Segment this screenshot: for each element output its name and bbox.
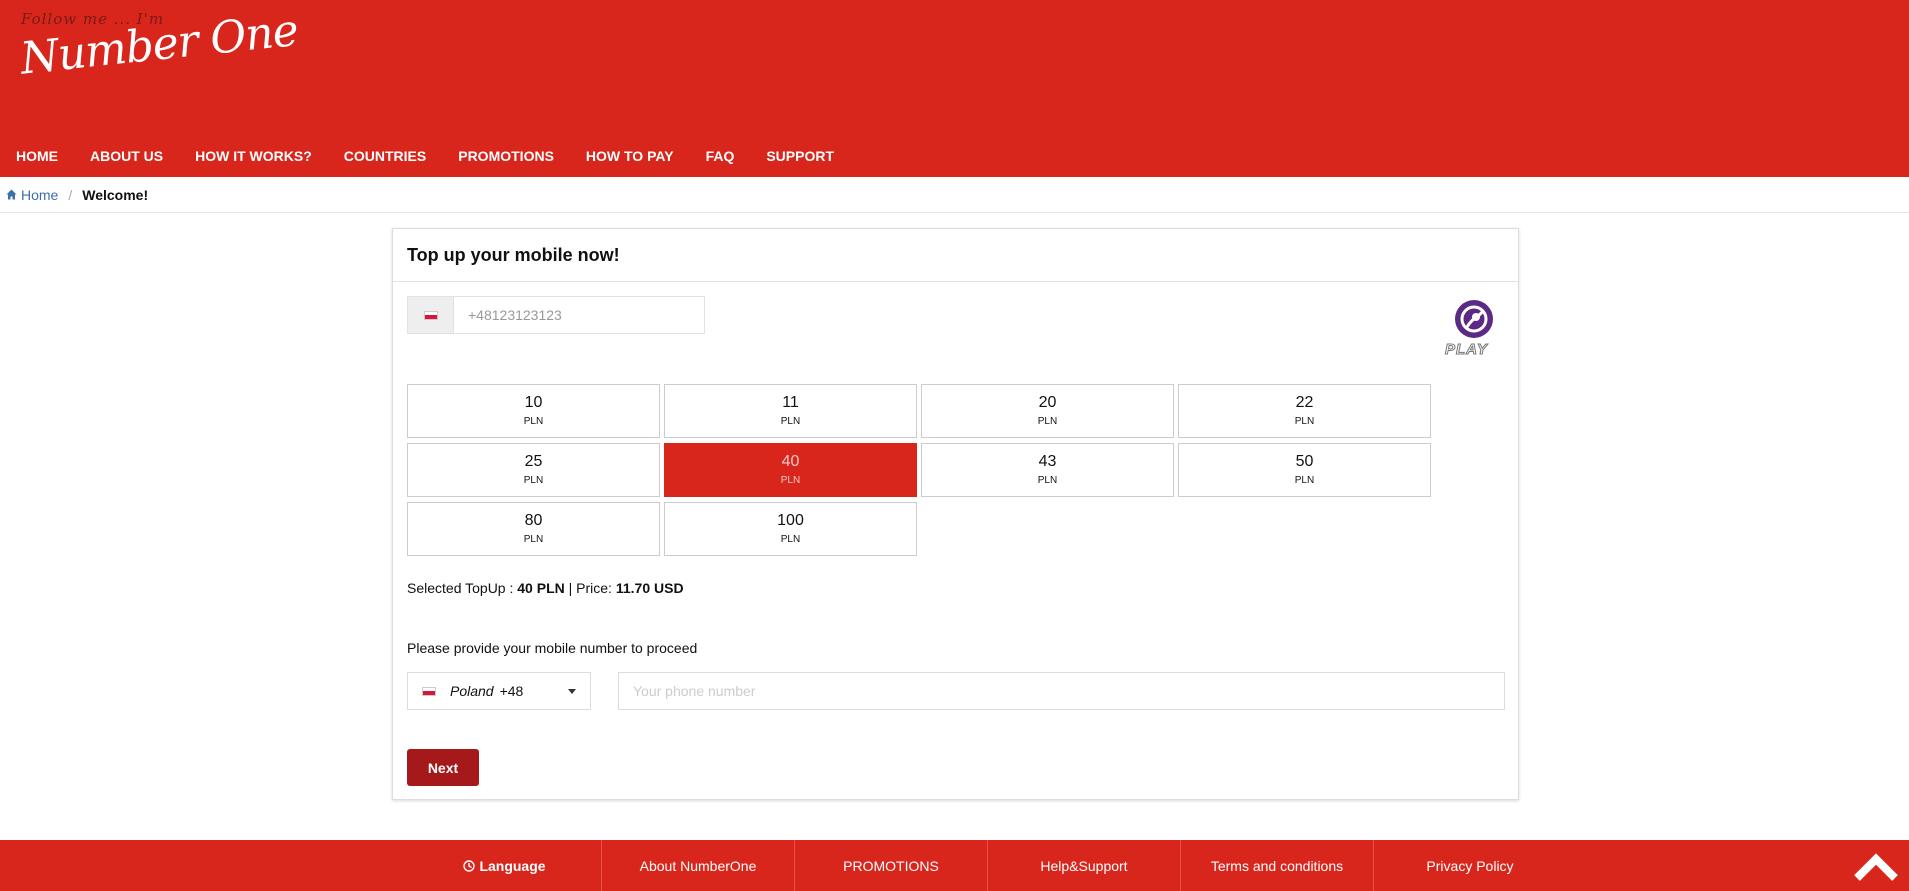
amount-currency: PLN [523,416,544,427]
amount-tile[interactable]: 43 PLN [921,443,1174,497]
phone-number-input[interactable] [618,672,1505,710]
home-icon [6,189,17,200]
footer-language-label: Language [479,857,546,874]
chevron-down-icon [568,689,576,694]
amount-value: 11 [782,394,799,411]
chevron-up-icon [1854,853,1898,881]
topup-phone-field[interactable]: +48123123123 [407,296,705,334]
amount-currency: PLN [1037,475,1058,486]
nav-home[interactable]: HOME [0,142,74,172]
country-select[interactable]: Poland +48 [407,672,591,710]
amount-tile[interactable]: 50 PLN [1178,443,1431,497]
footer-link-privacy[interactable]: Privacy Policy [1373,840,1566,891]
play-logo-icon [1455,300,1493,338]
globe-icon [463,859,476,872]
breadcrumb-home-link[interactable]: Home [6,187,58,203]
topup-phone-value: +48123123123 [468,307,562,323]
summary-price-label: Price: [576,580,612,596]
card-title: Top up your mobile now! [407,244,620,265]
scroll-top-button[interactable] [1853,846,1899,884]
footer-links: Language About NumberOne PROMOTIONS Help… [408,840,1566,891]
summary-label: Selected TopUp : [407,580,514,596]
amount-currency: PLN [780,416,801,427]
footer-link-terms[interactable]: Terms and conditions [1180,840,1373,891]
breadcrumb: Home / Welcome! [0,177,1909,213]
amount-currency: PLN [780,534,801,545]
amount-tile[interactable]: 22 PLN [1178,384,1431,438]
amount-currency: PLN [1037,416,1058,427]
topup-summary: Selected TopUp : 40 PLN | Price: 11.70 U… [407,580,684,596]
topup-card: Top up your mobile now! +48123123123 PLA… [392,228,1519,800]
site-footer: Language About NumberOne PROMOTIONS Help… [0,840,1909,891]
nav-promotions[interactable]: PROMOTIONS [442,142,570,172]
nav-support[interactable]: SUPPORT [750,142,850,172]
next-button[interactable]: Next [407,749,479,786]
poland-flag-icon [423,310,438,320]
footer-link-promotions[interactable]: PROMOTIONS [794,840,987,891]
site-header: Follow me ... I'm Number One HOME ABOUT … [0,0,1909,177]
card-header: Top up your mobile now! [393,229,1518,282]
amount-tile[interactable]: 25 PLN [407,443,660,497]
nav-about-us[interactable]: ABOUT US [74,142,179,172]
amount-currency: PLN [523,534,544,545]
summary-divider: | [568,580,573,596]
amount-value: 20 [1038,394,1057,411]
amount-tile[interactable]: 20 PLN [921,384,1174,438]
amount-value: 40 [781,453,800,470]
nav-how-to-pay[interactable]: HOW TO PAY [570,142,690,172]
amount-tile[interactable]: 100 PLN [664,502,917,556]
operator-logo: PLAY [1443,297,1505,359]
amount-currency: PLN [780,475,801,486]
amount-currency: PLN [523,475,544,486]
nav-faq[interactable]: FAQ [690,142,751,172]
amount-tile-selected[interactable]: 40 PLN [664,443,917,497]
amount-value: 25 [524,453,543,470]
country-code: +48 [499,683,524,699]
summary-price: 11.70 USD [615,580,684,596]
amount-value: 80 [524,512,543,529]
amount-value: 43 [1038,453,1057,470]
operator-name: PLAY [1445,341,1488,359]
poland-flag-icon [422,686,436,696]
nav-countries[interactable]: COUNTRIES [328,142,442,172]
amount-grid: 10 PLN 11 PLN 20 PLN 22 PLN 25 PLN 40 PLN 43 PL… [407,384,1432,556]
footer-language[interactable]: Language [408,840,601,891]
summary-selected: 40 PLN [517,580,565,596]
amount-tile[interactable]: 10 PLN [407,384,660,438]
footer-link-help-support[interactable]: Help&Support [987,840,1180,891]
amount-value: 50 [1295,453,1314,470]
amount-value: 10 [524,394,543,411]
logo[interactable]: Follow me ... I'm Number One [18,5,300,103]
nav-how-it-works[interactable]: HOW IT WORKS? [179,142,328,172]
amount-value: 22 [1295,394,1314,411]
provide-number-text: Please provide your mobile number to pro… [407,640,698,656]
amount-currency: PLN [1294,416,1315,427]
footer-link-about[interactable]: About NumberOne [601,840,794,891]
amount-currency: PLN [1294,475,1315,486]
amount-tile[interactable]: 11 PLN [664,384,917,438]
amount-value: 100 [777,512,804,529]
breadcrumb-separator: / [68,186,73,203]
breadcrumb-home-label: Home [21,186,59,203]
main-nav: HOME ABOUT US HOW IT WORKS? COUNTRIES PR… [0,142,850,172]
country-name: Poland [450,683,494,699]
flag-box [408,297,454,333]
amount-tile[interactable]: 80 PLN [407,502,660,556]
breadcrumb-current: Welcome! [82,186,149,203]
